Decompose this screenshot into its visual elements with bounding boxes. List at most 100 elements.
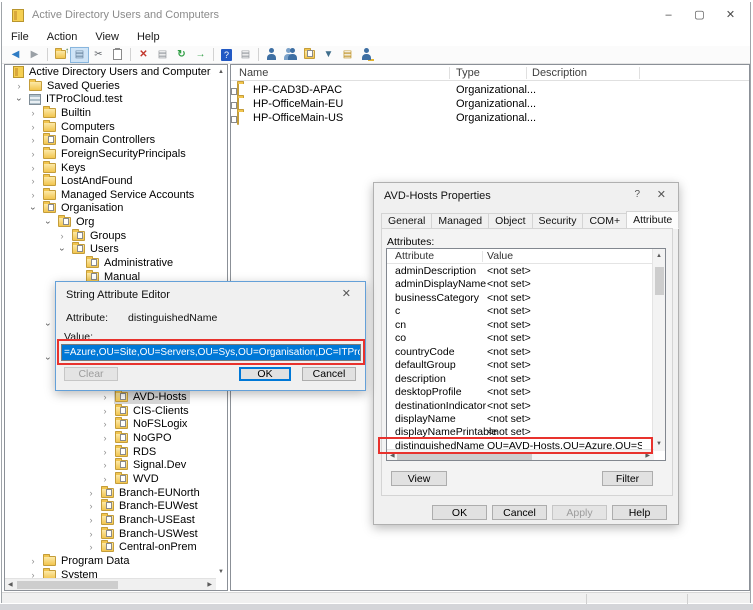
list-item-hp-cad3d-apac[interactable]: HP-CAD3D-APACOrganizational... <box>231 83 749 97</box>
expanded-chevron-icon[interactable]: › <box>57 246 68 254</box>
attribute-row-admindescription[interactable]: adminDescription<not set> <box>387 265 665 278</box>
delete-icon[interactable]: ✕ <box>134 47 153 63</box>
tree-item-content[interactable]: Saved Queries <box>28 79 123 93</box>
help-button[interactable]: Help <box>612 505 667 520</box>
collapsed-chevron-icon[interactable]: › <box>101 474 109 485</box>
attribute-row-co[interactable]: co<not set> <box>387 332 665 345</box>
tree-item-org[interactable]: ›Org <box>5 216 227 229</box>
tree-item-content[interactable]: CIS-Clients <box>114 404 192 418</box>
attributes-vertical-scrollbar[interactable]: ▲ ▼ <box>652 249 665 451</box>
tree-hscroll-thumb[interactable] <box>17 581 118 589</box>
tree-scroll-right-icon[interactable]: ▶ <box>207 582 212 588</box>
forward-icon[interactable]: ▶ <box>25 47 44 63</box>
expanded-chevron-icon[interactable]: › <box>14 96 25 104</box>
attr-scroll-down-icon[interactable]: ▼ <box>656 441 662 447</box>
tree-item-content[interactable]: Signal.Dev <box>114 458 189 472</box>
tree-item-nogpo[interactable]: › NoGPO <box>5 432 227 445</box>
tree-item-nofslogix[interactable]: ›NoFSLogix <box>5 418 227 431</box>
collapsed-chevron-icon[interactable]: › <box>87 529 95 540</box>
tree-item-content[interactable]: Program Data <box>42 554 132 568</box>
new-user-icon[interactable] <box>262 47 281 63</box>
new-group-icon[interactable] <box>281 47 300 63</box>
collapsed-chevron-icon[interactable]: › <box>29 556 37 567</box>
view-button[interactable]: View <box>391 471 447 486</box>
collapsed-chevron-icon[interactable]: › <box>29 176 37 187</box>
attr-hscroll-thumb[interactable] <box>397 452 532 460</box>
tree-item-content[interactable]: Active Directory Users and Computers [AD… <box>12 65 214 79</box>
tree-item-active-directory-users-and-computers-ads01-iti[interactable]: Active Directory Users and Computers [AD… <box>5 66 227 79</box>
tree-item-content[interactable]: Organisation <box>42 201 126 215</box>
tree-item-branch-euwest[interactable]: ›Branch-EUWest <box>5 500 227 513</box>
tree-item-program-data[interactable]: › Program Data <box>5 555 227 568</box>
tree-item-content[interactable]: RDS <box>114 445 159 459</box>
tree-item-users[interactable]: ›Users <box>5 243 227 256</box>
attribute-row-displayname[interactable]: displayName<not set> <box>387 413 665 426</box>
tree-item-content[interactable]: Central-onPrem <box>100 540 200 554</box>
attribute-row-countrycode[interactable]: countryCode<not set> <box>387 346 665 359</box>
collapsed-chevron-icon[interactable]: › <box>87 488 95 499</box>
properties-icon[interactable]: ▤ <box>153 47 172 63</box>
menu-view[interactable]: View <box>86 31 128 43</box>
attr-scroll-left-icon[interactable]: ◀ <box>390 453 395 459</box>
tab-general[interactable]: General <box>381 213 432 229</box>
expanded-chevron-icon[interactable]: › <box>28 205 39 213</box>
attribute-row-displaynameprintable[interactable]: displayNamePrintable<not set> <box>387 426 665 439</box>
attr-scroll-up-icon[interactable]: ▲ <box>656 253 662 259</box>
tree-item-domain-controllers[interactable]: ›Domain Controllers <box>5 134 227 147</box>
tab-com[interactable]: COM+ <box>582 213 627 229</box>
collapsed-chevron-icon[interactable]: › <box>29 190 37 201</box>
collapsed-chevron-icon[interactable]: › <box>87 501 95 512</box>
collapsed-chevron-icon[interactable]: › <box>101 419 109 430</box>
collapsed-chevron-icon[interactable]: › <box>101 447 109 458</box>
attribute-row-admindisplayname[interactable]: adminDisplayName<not set> <box>387 278 665 291</box>
apply-button[interactable]: Apply <box>552 505 607 520</box>
maximize-button[interactable]: ▢ <box>684 2 715 28</box>
tree-item-itprocloud-test[interactable]: ›ITProCloud.test <box>5 93 227 106</box>
attr-column-header[interactable]: Attribute <box>395 250 434 262</box>
tree-item-lostandfound[interactable]: › LostAndFound <box>5 175 227 188</box>
expanded-chevron-icon[interactable]: › <box>43 321 54 329</box>
collapsed-chevron-icon[interactable]: › <box>101 433 109 444</box>
column-header-name[interactable]: Name <box>239 67 268 79</box>
value-column-header[interactable]: Value <box>487 250 513 262</box>
tree-item-organisation[interactable]: ›Organisation <box>5 202 227 215</box>
attribute-row-c[interactable]: c<not set> <box>387 305 665 318</box>
dialog-close-icon[interactable]: ✕ <box>657 188 666 201</box>
tab-attribute-editor[interactable]: Attribute Editor <box>626 211 679 229</box>
cancel-button[interactable]: Cancel <box>302 367 356 381</box>
attribute-row-description[interactable]: description<not set> <box>387 373 665 386</box>
expanded-chevron-icon[interactable]: › <box>43 219 54 227</box>
collapsed-chevron-icon[interactable]: › <box>29 108 37 119</box>
delegate-icon[interactable] <box>357 47 376 63</box>
help-icon[interactable]: ? <box>217 47 236 63</box>
attributes-horizontal-scrollbar[interactable]: ◀ ▶ <box>387 449 654 460</box>
close-button[interactable]: ✕ <box>715 2 746 28</box>
collapsed-chevron-icon[interactable]: › <box>29 122 37 133</box>
collapsed-chevron-icon[interactable]: › <box>87 515 95 526</box>
cancel-button[interactable]: Cancel <box>492 505 547 520</box>
menu-help[interactable]: Help <box>128 31 169 43</box>
collapsed-chevron-icon[interactable]: › <box>29 149 37 160</box>
tree-item-central-onprem[interactable]: ›Central-onPrem <box>5 541 227 554</box>
attr-scroll-right-icon[interactable]: ▶ <box>645 453 650 459</box>
tree-item-builtin[interactable]: ›Builtin <box>5 107 227 120</box>
refresh-icon[interactable]: ↻ <box>172 47 191 63</box>
tree-item-content[interactable]: ForeignSecurityPrincipals <box>42 147 189 161</box>
ok-button[interactable]: OK <box>239 367 291 381</box>
menu-action[interactable]: Action <box>38 31 87 43</box>
tree-item-content[interactable]: LostAndFound <box>42 174 136 188</box>
collapsed-chevron-icon[interactable]: › <box>101 460 109 471</box>
tree-item-content[interactable]: Branch-EUNorth <box>100 486 203 500</box>
tree-item-content[interactable]: NoGPO <box>114 431 175 445</box>
tree-item-branch-useast[interactable]: ›Branch-USEast <box>5 514 227 527</box>
view-options-icon[interactable]: ▤ <box>338 47 357 63</box>
tree-item-content[interactable]: Managed Service Accounts <box>42 188 197 202</box>
tree-horizontal-scrollbar[interactable]: ◀ ▶ <box>5 578 216 590</box>
collapsed-chevron-icon[interactable]: › <box>101 406 109 417</box>
collapsed-chevron-icon[interactable]: › <box>29 135 37 146</box>
tree-item-content[interactable]: Keys <box>42 161 88 175</box>
tree-item-avd-hosts[interactable]: ›AVD-Hosts <box>5 391 227 404</box>
back-icon[interactable]: ◀ <box>6 47 25 63</box>
clear-button[interactable]: Clear <box>64 367 118 381</box>
tab-object[interactable]: Object <box>488 213 532 229</box>
